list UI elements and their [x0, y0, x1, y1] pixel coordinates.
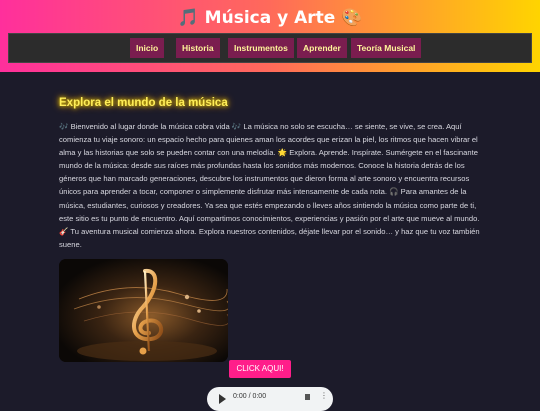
nav-item-inicio[interactable]: Inicio — [130, 38, 165, 58]
play-icon[interactable] — [219, 394, 226, 404]
more-options-icon[interactable]: ⋮ — [320, 392, 328, 400]
site-title: 🎵 Música y Arte 🎨 — [177, 8, 363, 28]
volume-icon[interactable] — [305, 394, 310, 400]
nav-item-historia[interactable]: Historia — [176, 38, 220, 58]
section-title: Explora el mundo de la música — [59, 97, 228, 109]
intro-paragraph: 🎶 Bienvenido al lugar donde la música co… — [59, 122, 480, 249]
nav-item-teoria-musical[interactable]: Teoría Musical — [351, 38, 422, 58]
audio-time: 0:00 / 0:00 — [233, 393, 267, 400]
audio-player[interactable]: 0:00 / 0:00 ⋮ — [207, 387, 333, 411]
site-header: 🎵 Música y Arte 🎨 Inicio Historia Instru… — [0, 0, 540, 72]
treble-clef-image — [59, 259, 228, 362]
main-nav: Inicio Historia Instrumentos Aprender Te… — [8, 33, 532, 63]
nav-item-instrumentos[interactable]: Instrumentos — [228, 38, 294, 58]
nav-item-aprender[interactable]: Aprender — [297, 38, 347, 58]
click-here-button[interactable]: CLICK AQUI! — [229, 360, 291, 378]
